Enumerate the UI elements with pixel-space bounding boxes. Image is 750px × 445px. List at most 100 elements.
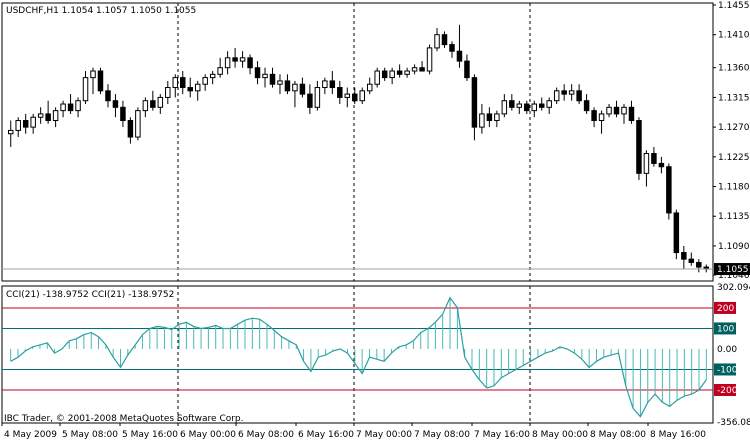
- candle: [583, 94, 590, 114]
- candle: [688, 252, 695, 266]
- candle-body: [411, 67, 418, 72]
- candle-body: [224, 57, 231, 69]
- candle-body: [90, 70, 96, 79]
- candle: [441, 31, 448, 48]
- candle: [217, 57, 223, 78]
- candle: [202, 74, 208, 91]
- candle: [426, 44, 433, 75]
- candle: [120, 100, 126, 128]
- candle: [389, 67, 395, 85]
- price-axis-tick-label: 1.1135: [718, 212, 750, 222]
- price-axis-tick-label: 1.1410: [718, 31, 750, 41]
- candle: [22, 113, 29, 134]
- candle-body: [329, 80, 336, 89]
- candle-body: [516, 103, 523, 108]
- candle-body: [486, 113, 493, 122]
- chart-window: 1.1455 1.1410 1.1360 1.1315 1.1270 1.1225 1.11…: [0, 0, 750, 441]
- price-panel: 1.1455 1.1410 1.1360 1.1315 1.1270 1.1225 1.11…: [1, 1, 750, 282]
- candle-body: [314, 87, 321, 108]
- candle: [471, 74, 478, 141]
- candle: [374, 67, 380, 88]
- candle-body: [404, 70, 410, 75]
- candle-body: [501, 100, 508, 115]
- candle: [703, 264, 710, 273]
- candle-body: [396, 70, 403, 75]
- candle: [67, 94, 74, 114]
- candle: [598, 110, 605, 134]
- candle: [546, 97, 552, 114]
- candle: [366, 77, 373, 95]
- candle-body: [112, 100, 119, 108]
- price-axis-tick-label: 1.1225: [718, 153, 750, 163]
- candle: [277, 74, 283, 95]
- candle: [75, 97, 81, 118]
- candle-body: [449, 44, 455, 52]
- price-axis-tick-label: 1.1090: [718, 242, 750, 252]
- candle: [45, 100, 51, 124]
- current-price-label: 1.1055: [717, 265, 749, 275]
- candle: [553, 87, 560, 105]
- candle-body: [352, 93, 358, 102]
- candle-body: [509, 100, 515, 108]
- candle: [52, 107, 59, 128]
- candle-body: [209, 73, 216, 79]
- candle: [209, 71, 216, 85]
- candle: [337, 80, 343, 105]
- candle-body: [456, 50, 463, 62]
- candle: [613, 100, 620, 118]
- candle-body: [621, 106, 627, 115]
- candle-body: [7, 129, 14, 135]
- time-axis-label: 7 May 16:00: [474, 430, 530, 440]
- candle: [247, 54, 253, 75]
- time-axis-label: 5 May 16:00: [122, 430, 178, 440]
- candle: [150, 90, 156, 111]
- candle: [479, 104, 485, 134]
- candle-body: [426, 47, 433, 72]
- candle: [314, 80, 321, 111]
- candle: [232, 47, 238, 68]
- candle-body: [120, 106, 126, 122]
- candle: [651, 146, 657, 167]
- candle-body: [471, 77, 478, 128]
- time-axis-label: 6 May 00:00: [180, 430, 236, 440]
- candle: [396, 64, 403, 78]
- candle-body: [262, 73, 268, 79]
- time-axis-label: 8 May 00:00: [532, 430, 588, 440]
- candle-body: [269, 73, 276, 85]
- time-axis-label: 6 May 08:00: [238, 430, 294, 440]
- candle-body: [538, 103, 545, 108]
- time-axis-label: 8 May 08:00: [590, 430, 646, 440]
- candle-body: [568, 90, 575, 95]
- time-axis-label: 8 May 16:00: [650, 430, 706, 440]
- candle-body: [598, 113, 605, 122]
- time-axis: 4 May 2009 5 May 08:00 5 May 16:00 6 May 00…: [1, 423, 706, 440]
- candle: [142, 97, 149, 118]
- cci-line: [10, 296, 707, 418]
- cci-panel-frame: [1, 285, 714, 424]
- candle: [576, 84, 582, 105]
- candle-body: [247, 57, 253, 69]
- candle: [262, 67, 268, 88]
- candle: [135, 107, 141, 141]
- candle: [157, 94, 164, 114]
- candle: [224, 51, 231, 75]
- candle-body: [636, 120, 642, 174]
- candle-body: [202, 77, 208, 85]
- candle: [381, 67, 388, 81]
- candle-body: [307, 93, 313, 108]
- candle: [434, 28, 440, 52]
- candle-body: [628, 106, 635, 122]
- candle-body: [337, 87, 343, 98]
- candle: [524, 100, 530, 114]
- cci-level-label: -100: [717, 365, 738, 375]
- candle: [90, 67, 96, 95]
- candle: [411, 64, 418, 75]
- candle: [531, 100, 537, 118]
- candle-body: [60, 103, 66, 112]
- candle: [643, 150, 650, 187]
- candle-body: [30, 116, 36, 128]
- candle: [307, 84, 313, 114]
- candle-body: [157, 96, 164, 108]
- candle: [696, 259, 702, 273]
- candle: [97, 67, 104, 95]
